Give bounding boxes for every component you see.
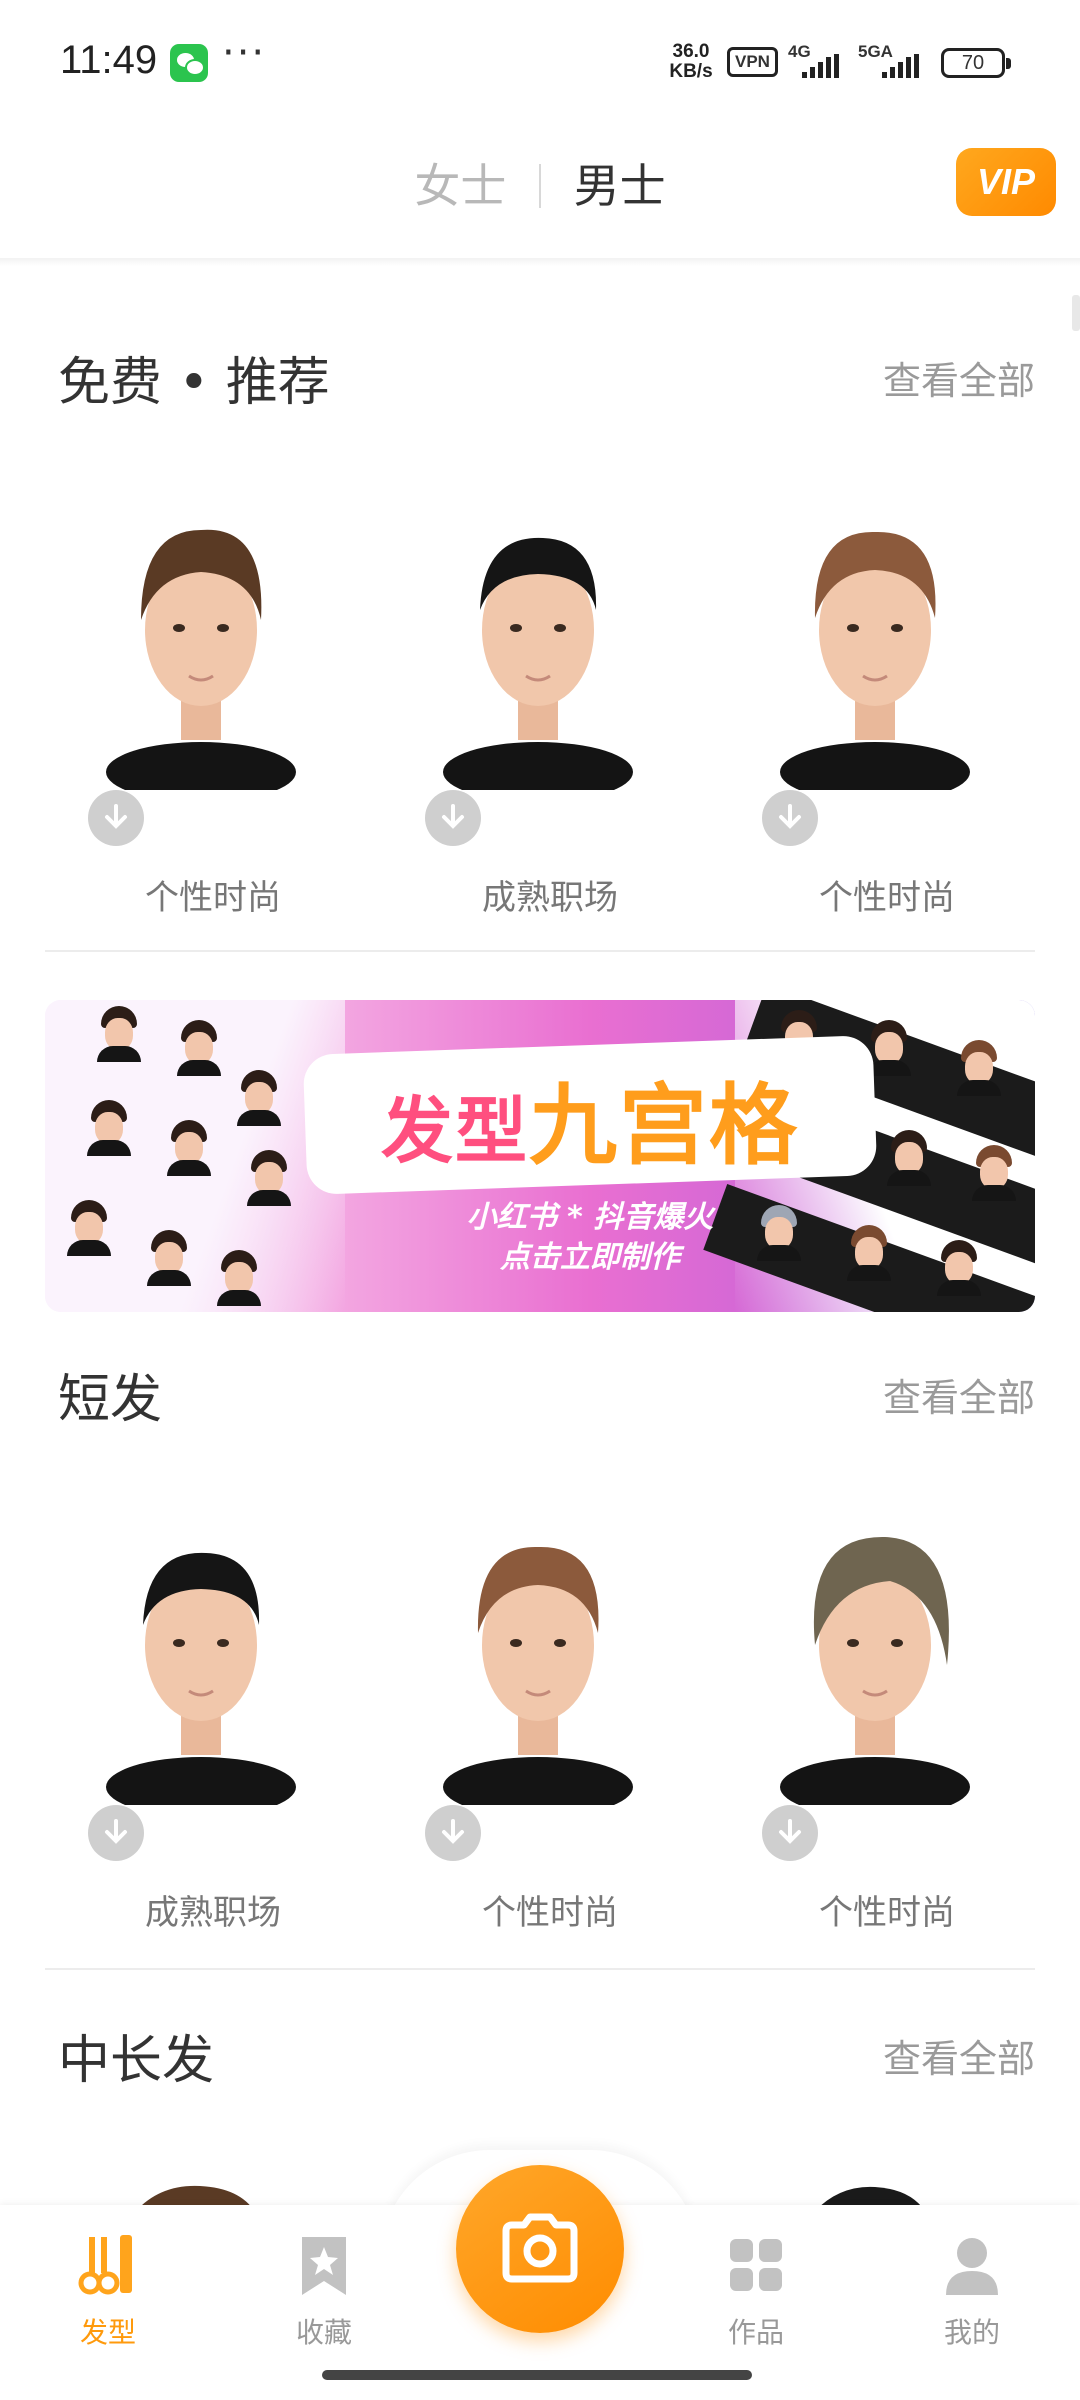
nine-grid-banner[interactable]: 发型九宫格 小红书 * 抖音爆火 点击立即制作 xyxy=(45,1000,1035,1312)
battery-icon: 70 xyxy=(941,48,1011,78)
nav-item-favorites[interactable]: 收藏 xyxy=(264,2233,384,2351)
nav-label: 作品 xyxy=(727,2316,784,2349)
banner-title: 发型九宫格 xyxy=(305,1055,875,1182)
scrollbar[interactable] xyxy=(1072,295,1080,331)
nav-label: 我的 xyxy=(943,2316,1000,2349)
view-all-button[interactable]: 查看全部 xyxy=(883,350,1035,405)
hairstyle-label: 个性时尚 xyxy=(145,878,281,918)
network-speed-unit: KB/s xyxy=(669,61,713,82)
hairstyle-portrait xyxy=(780,531,970,790)
section-divider xyxy=(45,1968,1035,1970)
grid-icon xyxy=(730,2239,782,2291)
section-header-recommended: 免费 • 推荐 查看全部 xyxy=(58,340,1035,413)
network-speed-value: 36.0 xyxy=(672,41,710,62)
banner-title-main: 九宫格 xyxy=(529,1074,800,1177)
status-bar: 11:49 ··· 36.0 KB/s VPN 4G 5GA 70 xyxy=(0,0,1080,125)
camera-button[interactable] xyxy=(456,2165,624,2333)
hairstyle-card[interactable]: 个性时尚 xyxy=(747,500,1007,918)
download-icon xyxy=(442,1819,464,1844)
hairstyle-label: 个性时尚 xyxy=(819,1893,955,1933)
hairstyle-portrait xyxy=(106,1552,296,1805)
hairstyle-card[interactable]: 成熟职场 xyxy=(410,500,670,918)
nav-label: 发型 xyxy=(79,2316,136,2349)
banner-subtitle-line2: 点击立即制作 xyxy=(500,1240,680,1275)
hairstyle-label: 个性时尚 xyxy=(819,878,955,918)
hairstyle-card[interactable]: 成熟职场 xyxy=(73,1515,333,1933)
status-time: 11:49 xyxy=(60,38,158,82)
header-divider xyxy=(0,258,1080,266)
section-title: 免费 • 推荐 xyxy=(58,353,330,413)
hairstyle-card[interactable]: 个性时尚 xyxy=(410,1515,670,1933)
section-header-medium-hair: 中长发 查看全部 xyxy=(58,2018,1035,2091)
nav-item-works[interactable]: 作品 xyxy=(696,2233,816,2351)
camera-icon xyxy=(502,2213,578,2283)
hairstyle-portrait xyxy=(780,1536,970,1805)
section-divider xyxy=(45,950,1035,952)
signal-4g-icon: 4G xyxy=(788,42,858,78)
download-button[interactable] xyxy=(762,1805,818,1861)
banner-girls-collage xyxy=(45,1000,345,1312)
vpn-badge: VPN xyxy=(727,47,778,77)
bookmark-star-icon xyxy=(302,2237,346,2295)
hairstyle-label: 个性时尚 xyxy=(482,1893,618,1933)
download-button[interactable] xyxy=(88,790,144,846)
signal-5ga-icon: 5GA xyxy=(858,42,928,78)
section-header-short-hair: 短发 查看全部 xyxy=(58,1357,1035,1430)
vip-button[interactable]: VIP xyxy=(956,148,1056,216)
hairstyle-portrait xyxy=(106,529,296,790)
section-title: 短发 xyxy=(58,1370,163,1430)
section-title: 中长发 xyxy=(58,2031,215,2091)
hairstyle-card[interactable]: 个性时尚 xyxy=(73,500,333,918)
view-all-button[interactable]: 查看全部 xyxy=(883,2028,1035,2083)
hairstyle-portrait xyxy=(443,537,633,790)
scissors-comb-icon xyxy=(78,2235,132,2295)
download-button[interactable] xyxy=(425,790,481,846)
banner-subtitle-line1: 小红书 * 抖音爆火 xyxy=(466,1200,714,1235)
download-button[interactable] xyxy=(88,1805,144,1861)
person-icon xyxy=(946,2238,998,2295)
hairstyle-label: 成熟职场 xyxy=(145,1893,281,1933)
tab-men[interactable]: 男士 xyxy=(556,150,684,216)
hairstyle-label: 成熟职场 xyxy=(482,878,618,918)
gender-tabs: 女士 男士 xyxy=(0,150,1080,216)
download-icon xyxy=(105,804,127,829)
nav-item-me[interactable]: 我的 xyxy=(912,2233,1032,2351)
view-all-button[interactable]: 查看全部 xyxy=(883,1367,1035,1422)
network-speed: 36.0 KB/s xyxy=(666,42,716,82)
download-icon xyxy=(779,1819,801,1844)
download-icon xyxy=(779,804,801,829)
banner-subtitle: 小红书 * 抖音爆火 点击立即制作 xyxy=(305,1198,875,1278)
download-button[interactable] xyxy=(425,1805,481,1861)
home-indicator[interactable] xyxy=(322,2370,752,2380)
download-icon xyxy=(105,1819,127,1844)
download-button[interactable] xyxy=(762,790,818,846)
tab-women[interactable]: 女士 xyxy=(396,150,524,216)
wechat-notification-icon xyxy=(170,44,208,82)
tab-divider xyxy=(539,163,541,208)
nav-item-hairstyle[interactable]: 发型 xyxy=(48,2233,168,2351)
hairstyle-card[interactable]: 个性时尚 xyxy=(747,1515,1007,1933)
download-icon xyxy=(442,804,464,829)
hairstyle-portrait xyxy=(443,1546,633,1805)
nav-label: 收藏 xyxy=(295,2316,352,2349)
more-notifications-icon: ··· xyxy=(222,30,267,76)
banner-title-prefix: 发型 xyxy=(380,1089,529,1173)
